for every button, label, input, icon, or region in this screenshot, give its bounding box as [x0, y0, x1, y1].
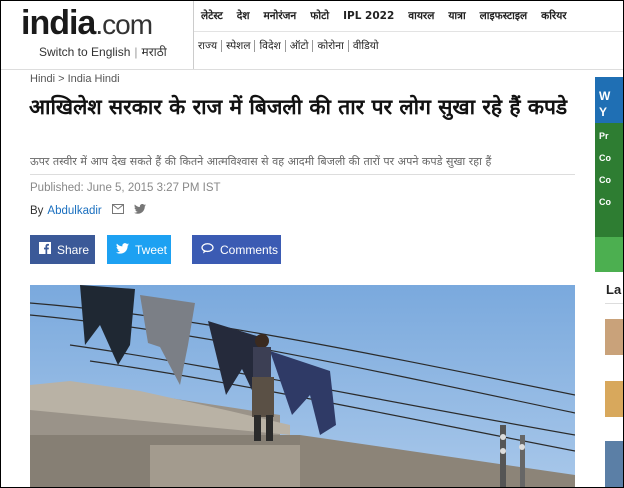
article-summary: ऊपर तस्वीर में आप देख सकते हैं की कितने …: [30, 155, 492, 168]
author-link[interactable]: Abdulkadir: [47, 205, 101, 217]
primary-nav: लेटेस्ट देश मनोरंजन फोटो IPL 2022 वायरल …: [194, 1, 623, 31]
nav-travel[interactable]: यात्रा: [441, 9, 472, 23]
tweet-button[interactable]: Tweet: [107, 235, 171, 264]
nav-lifestyle[interactable]: लाइफस्टाइल: [473, 9, 534, 23]
nav-auto[interactable]: ऑटो: [286, 40, 314, 52]
nav-viral[interactable]: वायरल: [401, 9, 441, 23]
ad-row: Co: [599, 175, 611, 185]
nav-desh[interactable]: देश: [230, 9, 257, 23]
published-date: Published: June 5, 2015 3:27 PM IST: [30, 182, 221, 194]
facebook-share-button[interactable]: Share: [30, 235, 95, 264]
nav-video[interactable]: वीडियो: [349, 40, 383, 52]
comments-button[interactable]: Comments: [192, 235, 281, 264]
twitter-icon[interactable]: [133, 204, 146, 217]
nav-corona[interactable]: कोरोना: [313, 40, 349, 52]
article-title: आखिलेश सरकार के राज में बिजली की तार पर …: [29, 95, 568, 119]
by-label: By: [30, 204, 44, 217]
site-header: india.com Switch to English | मराठी लेटेस्…: [1, 1, 623, 70]
comment-bubble-icon: [201, 242, 214, 257]
comments-label: Comments: [220, 242, 279, 257]
nav-world[interactable]: विदेश: [255, 40, 286, 52]
nav-states[interactable]: राज्य: [194, 40, 223, 52]
latest-heading: La: [606, 282, 622, 297]
nav-ipl[interactable]: IPL 2022: [336, 10, 401, 22]
switch-english-link[interactable]: Switch to English: [39, 45, 130, 59]
ad-row: Co: [599, 153, 611, 163]
article-photo: [30, 285, 575, 487]
facebook-share-label: Share: [57, 242, 90, 257]
logo-main: india: [21, 4, 96, 42]
latest-thumbnail[interactable]: [605, 381, 623, 417]
tweet-label: Tweet: [135, 242, 168, 257]
facebook-icon: [39, 242, 51, 257]
ad-image: [595, 237, 623, 272]
marathi-link[interactable]: मराठी: [142, 45, 167, 59]
sidebar-ad[interactable]: W Y Pr Co Co Co: [595, 77, 623, 272]
mail-icon[interactable]: [111, 204, 124, 217]
breadcrumb[interactable]: Hindi > India Hindi: [30, 73, 120, 85]
secondary-nav: राज्य स्पेशल विदेश ऑटो कोरोना वीडियो: [194, 33, 383, 59]
nav-latest[interactable]: लेटेस्ट: [194, 9, 230, 23]
ad-row: Pr: [599, 131, 609, 141]
logo-suffix: .com: [95, 9, 153, 40]
byline: By Abdulkadir: [30, 204, 156, 217]
lang-divider: |: [134, 45, 138, 59]
nav-photo[interactable]: फोटो: [303, 9, 336, 23]
twitter-bird-icon: [116, 242, 129, 257]
ad-letter: W: [599, 89, 611, 103]
nav-entertainment[interactable]: मनोरंजन: [257, 9, 304, 23]
latest-thumbnail[interactable]: [605, 441, 623, 487]
sidebar-divider: [605, 303, 623, 304]
ad-letter: Y: [599, 105, 608, 119]
language-switcher: Switch to English | मराठी: [39, 43, 167, 60]
nav-career[interactable]: करियर: [534, 9, 573, 23]
page-frame: india.com Switch to English | मराठी लेटेस्…: [0, 0, 624, 488]
nav-special[interactable]: स्पेशल: [222, 40, 256, 52]
divider: [30, 174, 575, 175]
latest-thumbnail[interactable]: [605, 319, 623, 355]
ad-row: Co: [599, 197, 611, 207]
nav-separator: [194, 31, 623, 32]
